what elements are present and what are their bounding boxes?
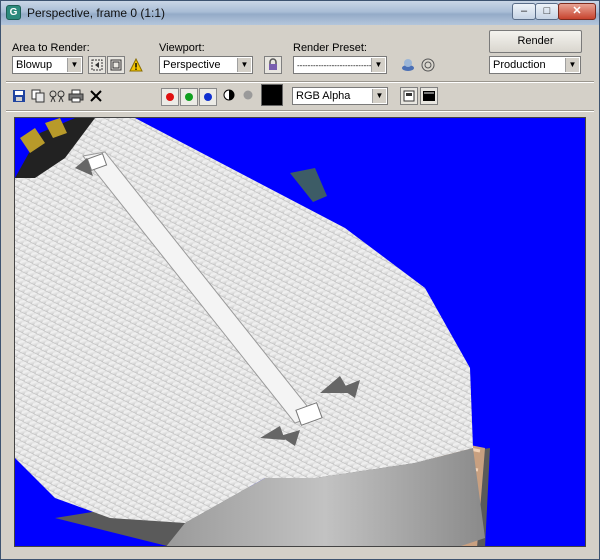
environment-icon[interactable] [400,57,416,73]
save-icon[interactable] [11,89,27,105]
render-preset-value: ----------------------------- [297,61,375,70]
red-channel-toggle[interactable] [161,88,179,106]
viewport-label: Viewport: [159,42,205,54]
warning-icon [128,57,144,74]
channel-display-select[interactable]: RGB Alpha ▼ [292,87,388,105]
app-icon: G [6,5,21,20]
chevron-down-icon: ▼ [565,58,579,72]
area-to-render-select[interactable]: Blowup ▼ [12,56,83,74]
print-icon[interactable] [68,89,84,105]
render-frame-window: G Perspective, frame 0 (1:1) – □ ✕ Area … [0,0,600,560]
auto-region-icon[interactable] [107,56,125,74]
blue-dot-icon [204,93,212,101]
chevron-down-icon: ▼ [372,89,386,103]
render-preset-label: Render Preset: [293,42,367,54]
clone-icon[interactable] [49,89,65,105]
minimize-button[interactable]: – [512,3,536,20]
production-value: Production [493,59,546,71]
area-to-render-label: Area to Render: [12,42,90,54]
viewport-select[interactable]: Perspective ▼ [159,56,253,74]
lock-icon[interactable] [264,56,282,74]
mono-channel-icon[interactable] [240,89,256,105]
area-to-render-value: Blowup [16,59,53,71]
green-channel-toggle[interactable] [180,88,198,106]
render-button[interactable]: Render [489,30,582,53]
title-bar[interactable]: G Perspective, frame 0 (1:1) – □ ✕ [1,1,599,25]
close-button[interactable]: ✕ [558,3,596,20]
maximize-button[interactable]: □ [535,3,559,20]
copy-icon[interactable] [30,89,46,105]
panel-bottom-divider [6,110,594,112]
channel-display-value: RGB Alpha [296,90,351,102]
chevron-down-icon: ▼ [67,58,81,72]
render-preset-select[interactable]: ----------------------------- ▼ [293,56,387,74]
toolbar-divider [6,81,594,83]
render-options-panel: Area to Render: Blowup ▼ Viewport: Persp… [2,25,598,112]
chevron-down-icon: ▼ [237,58,251,72]
chevron-down-icon: ▼ [371,58,385,72]
viewport-value: Perspective [163,59,221,71]
status-bar [2,548,598,559]
toggle-ui-overlay-icon[interactable] [400,87,418,105]
alpha-channel-icon[interactable] [221,89,237,105]
teapot-icon[interactable] [420,57,436,73]
edit-region-icon[interactable] [88,56,106,74]
window-title: Perspective, frame 0 (1:1) [27,6,166,20]
rendered-capsule-image [15,118,585,546]
production-select[interactable]: Production ▼ [489,56,581,74]
blue-channel-toggle[interactable] [199,88,217,106]
background-color-swatch[interactable] [261,84,283,106]
render-viewport[interactable] [14,117,586,547]
green-dot-icon [185,93,193,101]
display-window-icon[interactable] [420,87,438,105]
red-dot-icon [166,93,174,101]
clear-icon[interactable] [88,89,104,105]
